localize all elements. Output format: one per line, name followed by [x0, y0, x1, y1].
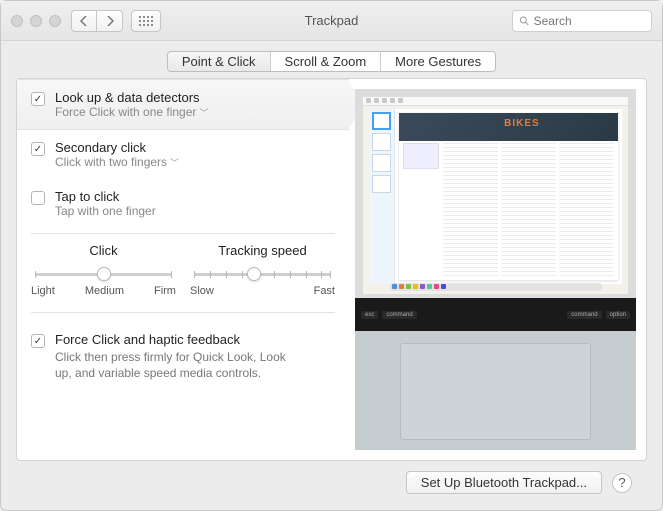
preferences-window: Trackpad Point & Click Scroll & Zoom Mor…	[0, 0, 663, 511]
click-tick-medium: Medium	[85, 285, 124, 297]
close-window-button[interactable]	[11, 15, 23, 27]
secondary-click-subtitle-dropdown[interactable]: Click with two fingers ﹀	[55, 155, 179, 169]
help-button[interactable]: ?	[612, 473, 632, 493]
setup-bluetooth-trackpad-button[interactable]: Set Up Bluetooth Trackpad...	[406, 471, 602, 494]
chevron-left-icon	[80, 16, 88, 26]
click-slider-label: Click	[31, 243, 176, 258]
preview-touchbar: esc command command option	[355, 298, 636, 330]
force-click-description: Click then press firmly for Quick Look, …	[55, 349, 295, 381]
lookup-title: Look up & data detectors	[55, 90, 208, 105]
option-secondary-click[interactable]: Secondary click Click with two fingers ﹀	[17, 130, 349, 179]
divider	[31, 312, 335, 313]
option-tap-to-click[interactable]: Tap to click Tap with one finger	[17, 179, 349, 228]
show-all-button[interactable]	[131, 10, 161, 32]
search-input[interactable]	[534, 14, 645, 28]
secondary-click-title: Secondary click	[55, 140, 179, 155]
forward-button[interactable]	[97, 10, 123, 32]
force-click-title: Force Click and haptic feedback	[55, 332, 295, 347]
search-icon	[519, 15, 530, 27]
chevron-right-icon	[106, 16, 114, 26]
lookup-checkbox[interactable]	[31, 92, 45, 106]
click-slider[interactable]	[31, 266, 176, 282]
chevron-down-icon: ﹀	[170, 156, 179, 169]
grid-icon	[139, 16, 153, 26]
tab-more-gestures[interactable]: More Gestures	[381, 52, 495, 71]
titlebar: Trackpad	[1, 1, 662, 41]
tab-scroll-and-zoom[interactable]: Scroll & Zoom	[271, 52, 382, 71]
option-lookup[interactable]: Look up & data detectors Force Click wit…	[17, 79, 349, 130]
click-slider-block: Click Light Medium Firm	[31, 243, 176, 297]
click-tick-firm: Firm	[154, 285, 176, 297]
tracking-tick-slow: Slow	[190, 285, 214, 297]
tap-to-click-checkbox[interactable]	[31, 191, 45, 205]
click-slider-knob[interactable]	[97, 267, 111, 281]
tab-point-and-click[interactable]: Point & Click	[168, 52, 271, 71]
settings-panel: Look up & data detectors Force Click wit…	[16, 78, 647, 461]
tracking-slider[interactable]	[190, 266, 335, 282]
footer: Set Up Bluetooth Trackpad... ?	[16, 461, 647, 498]
divider	[31, 233, 335, 234]
options-column: Look up & data detectors Force Click wit…	[17, 79, 349, 460]
tracking-slider-label: Tracking speed	[190, 243, 335, 258]
tap-to-click-title: Tap to click	[55, 189, 156, 204]
tracking-tick-fast: Fast	[314, 285, 335, 297]
zoom-window-button[interactable]	[49, 15, 61, 27]
lookup-subtitle-dropdown[interactable]: Force Click with one finger ﹀	[55, 105, 208, 119]
preview-screen: BIKES	[355, 89, 636, 298]
chevron-down-icon: ﹀	[199, 106, 208, 119]
tap-to-click-subtitle: Tap with one finger	[55, 204, 156, 218]
back-button[interactable]	[71, 10, 97, 32]
tracking-slider-knob[interactable]	[247, 267, 261, 281]
window-controls	[11, 15, 61, 27]
force-click-checkbox[interactable]	[31, 334, 45, 348]
secondary-click-checkbox[interactable]	[31, 142, 45, 156]
tab-bar: Point & Click Scroll & Zoom More Gesture…	[16, 51, 647, 72]
force-click-block: Force Click and haptic feedback Click th…	[17, 318, 349, 395]
preview-trackpad-area	[355, 331, 636, 450]
gesture-preview: BIKES	[355, 89, 636, 450]
preview-doc-title: BIKES	[504, 118, 540, 129]
search-field[interactable]	[512, 10, 652, 32]
click-tick-light: Light	[31, 285, 55, 297]
minimize-window-button[interactable]	[30, 15, 42, 27]
tracking-slider-block: Tracking speed	[190, 243, 335, 297]
